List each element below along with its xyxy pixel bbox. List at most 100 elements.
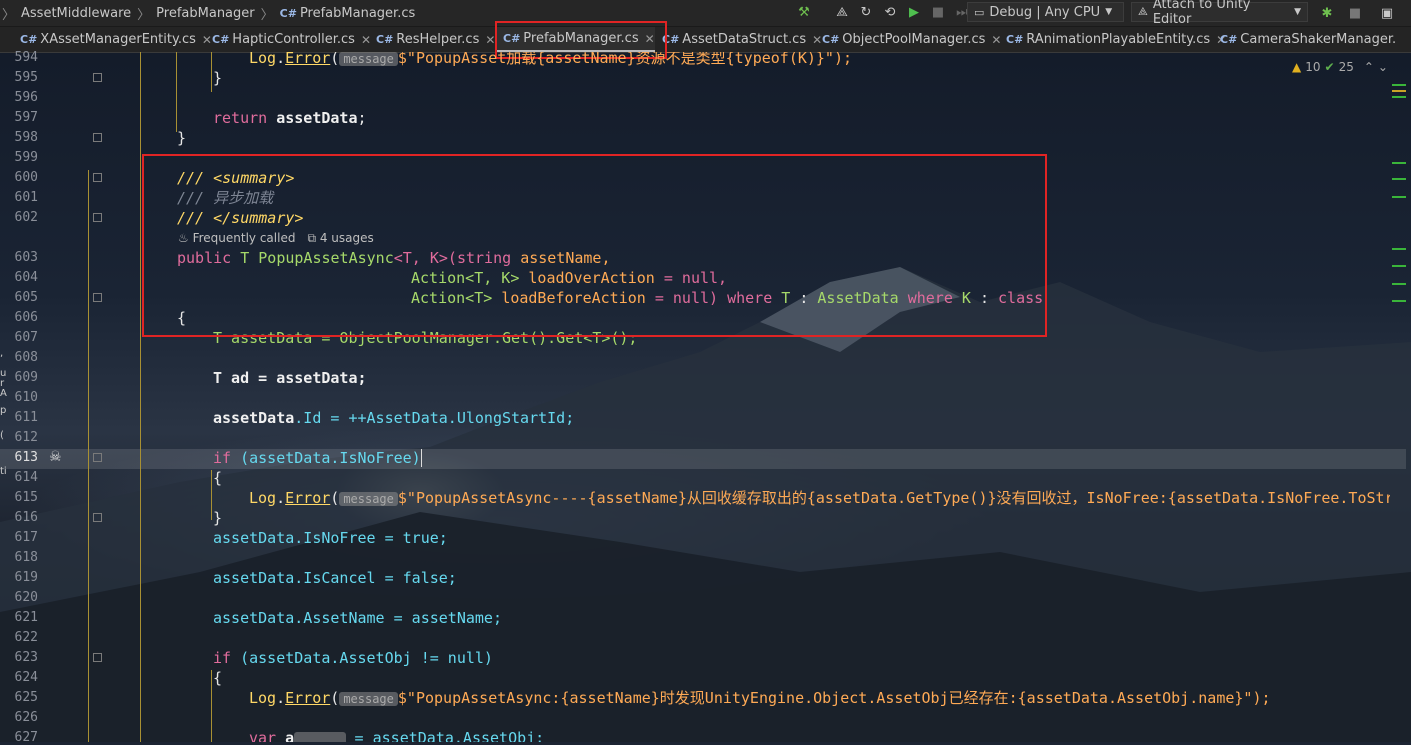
- bug-icon[interactable]: ✱: [1318, 4, 1336, 22]
- fold-marker[interactable]: [93, 453, 102, 462]
- code-line-617: assetData.IsNoFree = true;: [213, 528, 448, 548]
- scroll-mark: [1392, 300, 1406, 302]
- tab-hapticcontroller[interactable]: C# HapticController.cs ✕: [206, 27, 371, 52]
- build-hammer-icon[interactable]: ⚒: [795, 3, 813, 21]
- flame-icon: ♨: [178, 231, 193, 245]
- editor-tabs: C# XAssetManagerEntity.cs ✕ C# HapticContro…: [0, 27, 1411, 53]
- code-token: loadOverAction: [528, 269, 655, 287]
- tab-camerashakermanager[interactable]: C# CameraShakerManager.: [1214, 27, 1396, 52]
- tab-label: HapticController.cs: [232, 32, 355, 47]
- code-token: = assetData.AssetObj;: [354, 729, 545, 742]
- csharp-file-icon: C#: [503, 32, 521, 45]
- doc-comment: /// </summary>: [177, 209, 304, 227]
- csharp-file-icon: C#: [20, 33, 38, 46]
- code-token: T ad = assetData;: [213, 369, 367, 387]
- code-line-598: }: [177, 128, 186, 148]
- pause-icon[interactable]: ■: [1346, 4, 1364, 22]
- fold-marker[interactable]: [93, 133, 102, 142]
- breadcrumb-item[interactable]: AssetMiddleware: [17, 6, 135, 21]
- scroll-mark: [1392, 178, 1406, 180]
- tab-xassetmanagerentity[interactable]: C# XAssetManagerEntity.cs ✕: [14, 27, 212, 52]
- code-editor[interactable]: Log.Error(message $"PopupAsset加载{assetNam…: [140, 52, 1390, 742]
- tab-prefabmanager[interactable]: C# PrefabManager.cs ✕: [497, 27, 655, 52]
- line-number: 626: [14, 710, 38, 725]
- strip-char: ti: [0, 466, 7, 477]
- code-token: where: [907, 289, 953, 307]
- attach-target-select[interactable]: ⟁ Attach to Unity Editor ▼: [1131, 0, 1308, 27]
- tab-label: AssetDataStruct.cs: [682, 32, 807, 47]
- code-token: where: [727, 289, 773, 307]
- code-token: {: [177, 309, 187, 327]
- run-icon[interactable]: ▶: [905, 3, 923, 21]
- scroll-mark: [1392, 96, 1406, 98]
- fold-marker[interactable]: [93, 213, 102, 222]
- code-vision-hints: ♨ Frequently called ⧉ 4 usages: [178, 231, 374, 246]
- fold-marker[interactable]: [93, 653, 102, 662]
- tab-reshelper[interactable]: C# ResHelper.cs ✕: [370, 27, 495, 52]
- code-token: Action<T>: [411, 289, 493, 307]
- code-line-606: {: [177, 308, 186, 328]
- line-number: 604: [14, 270, 38, 285]
- build-config-select[interactable]: ▭ Debug | Any CPU ▼: [967, 2, 1124, 22]
- unity-icon[interactable]: ⟁: [833, 3, 851, 21]
- line-number: 600: [14, 170, 38, 185]
- tab-label: ResHelper.cs: [396, 32, 480, 47]
- doc-comment: /// 异步加载: [177, 189, 274, 207]
- fold-marker[interactable]: [93, 513, 102, 522]
- line-number: 616: [14, 510, 38, 525]
- code-line-621: assetData.AssetName = assetName;: [213, 608, 502, 628]
- chevron-down-icon[interactable]: ⌄: [1378, 60, 1388, 74]
- debug-refresh-icon[interactable]: ↻: [857, 3, 875, 21]
- tab-objectpoolmanager[interactable]: C# ObjectPoolManager.cs ✕: [816, 27, 1001, 52]
- code-token: (assetData.AssetObj != null): [240, 649, 493, 667]
- breadcrumb-item[interactable]: C# PrefabManager.cs: [276, 6, 420, 21]
- tab-assetdatastruct[interactable]: C# AssetDataStruct.cs ✕: [656, 27, 822, 52]
- code-line-619: assetData.IsCancel = false;: [213, 568, 457, 588]
- code-token: if: [213, 649, 232, 667]
- code-token: $"PopupAssetAsync:{assetName}时发现UnityEng…: [397, 689, 1271, 707]
- tab-ranimationplayableentity[interactable]: C# RAnimationPlayableEntity.cs ✕: [1000, 27, 1226, 52]
- csharp-file-icon: C#: [822, 33, 840, 46]
- usages-hint[interactable]: ⧉ 4 usages: [307, 231, 373, 246]
- line-number: 598: [14, 130, 38, 145]
- frequency-hint[interactable]: ♨ Frequently called: [178, 231, 295, 246]
- csharp-file-icon: C#: [279, 7, 297, 20]
- line-number: 607: [14, 330, 38, 345]
- fold-marker[interactable]: [93, 293, 102, 302]
- fold-marker[interactable]: [93, 73, 102, 82]
- scroll-mark: [1392, 162, 1406, 164]
- parameter-hint: [294, 732, 346, 742]
- code-token: Error: [285, 489, 331, 507]
- strip-char: p: [0, 405, 7, 416]
- top-toolbar: 〉 AssetMiddleware 〉 PrefabManager 〉 C# Pr…: [0, 0, 1411, 27]
- close-icon[interactable]: ✕: [485, 33, 495, 47]
- chevron-up-icon[interactable]: ⌃: [1364, 60, 1374, 74]
- close-icon[interactable]: ✕: [645, 32, 655, 46]
- code-token: class: [998, 289, 1044, 307]
- strip-char: (: [0, 430, 4, 441]
- breadcrumb-item[interactable]: PrefabManager: [152, 6, 258, 21]
- line-number: 595: [14, 70, 38, 85]
- line-number: 620: [14, 590, 38, 605]
- code-token: Log: [249, 489, 277, 507]
- line-number: 608: [14, 350, 38, 365]
- line-number: 621: [14, 610, 38, 625]
- code-token: $"PopupAssetAsync----{assetName}从回收缓存取出的…: [397, 489, 1390, 507]
- inspection-widget[interactable]: ▲ 10 ✔ 25 ⌃ ⌄: [1292, 60, 1388, 74]
- window-layout-icon[interactable]: ▣: [1378, 4, 1396, 22]
- code-line-602: /// </summary>: [177, 208, 303, 228]
- parameter-hint: message: [339, 692, 398, 706]
- code-token: PopupAssetAsync: [258, 249, 394, 267]
- attach-icon[interactable]: ⟲: [881, 3, 899, 21]
- code-token: (assetData.IsNoFree): [240, 449, 421, 467]
- unity-event-icon[interactable]: ☠: [49, 449, 62, 465]
- code-token: }: [177, 129, 187, 147]
- usages-icon: ⧉: [307, 231, 320, 245]
- code-line-624: {: [213, 668, 222, 688]
- line-number: 605: [14, 290, 38, 305]
- code-token: Log: [249, 52, 277, 67]
- code-token: .Id = ++AssetData.UlongStartId;: [294, 409, 575, 427]
- tab-label: XAssetManagerEntity.cs: [40, 32, 196, 47]
- fold-marker[interactable]: [93, 173, 102, 182]
- stop-icon[interactable]: ■: [929, 3, 947, 21]
